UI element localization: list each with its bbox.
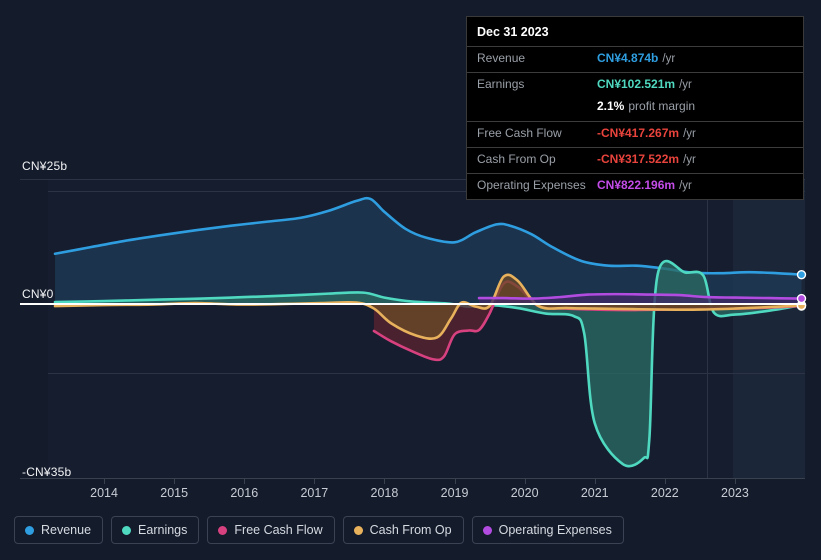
x-axis-tick-label: 2021 bbox=[580, 486, 609, 500]
tooltip-row-label: Earnings bbox=[477, 77, 525, 91]
x-axis-tick bbox=[104, 478, 106, 484]
tooltip-row: Cash From Op -CN¥317.522m/yr bbox=[467, 147, 803, 173]
legend-item-earnings[interactable]: Earnings bbox=[111, 516, 200, 544]
tooltip-row-label: Operating Expenses bbox=[477, 178, 586, 192]
x-axis-tick-label: 2023 bbox=[721, 486, 749, 500]
x-axis-tick bbox=[384, 478, 386, 484]
tooltip-row: Operating Expenses CN¥822.196m/yr bbox=[467, 173, 803, 199]
tooltip-row-unit: /yr bbox=[662, 53, 676, 65]
tooltip-title: Dec 31 2023 bbox=[477, 25, 549, 39]
tooltip-row-label: Free Cash Flow bbox=[477, 126, 562, 140]
series-endpoint-revenue[interactable] bbox=[796, 269, 807, 280]
x-axis-tick bbox=[454, 478, 456, 484]
tooltip-row: Free Cash Flow -CN¥417.267m/yr bbox=[467, 121, 803, 147]
x-axis-tick-label: 2016 bbox=[230, 486, 259, 500]
x-axis-line bbox=[20, 478, 805, 479]
x-axis-tick-label: 2020 bbox=[510, 486, 539, 500]
legend-item-label: Free Cash Flow bbox=[234, 523, 323, 537]
chart-legend[interactable]: Revenue Earnings Free Cash Flow Cash From O… bbox=[14, 516, 624, 544]
legend-item-revenue[interactable]: Revenue bbox=[14, 516, 104, 544]
y-axis-tick-label: CN¥25b bbox=[22, 159, 68, 173]
legend-item-operating-expenses[interactable]: Operating Expenses bbox=[471, 516, 624, 544]
tooltip-row-value: CN¥102.521m bbox=[597, 77, 676, 91]
legend-item-cash-from-op[interactable]: Cash From Op bbox=[342, 516, 464, 544]
legend-color-dot-icon bbox=[25, 525, 34, 535]
tooltip-profit-margin-label: profit margin bbox=[628, 99, 696, 113]
tooltip-row: Revenue CN¥4.874b/yr bbox=[467, 46, 803, 72]
x-axis-tick-label: 2019 bbox=[440, 486, 469, 500]
y-axis-tick-label: -CN¥35b bbox=[22, 465, 72, 479]
tooltip-profit-margin-row: 2.1% profit margin bbox=[467, 98, 803, 121]
tooltip-rows: Revenue CN¥4.874b/yr Earnings CN¥102.521m/y… bbox=[467, 46, 803, 199]
x-axis-tick bbox=[174, 478, 176, 484]
zero-baseline bbox=[20, 302, 805, 305]
x-axis-tick bbox=[594, 478, 596, 484]
tooltip-row-label: Revenue bbox=[477, 51, 526, 65]
x-axis-tick-label: 2014 bbox=[90, 486, 118, 500]
legend-item-label: Operating Expenses bbox=[498, 523, 612, 537]
legend-item-label: Cash From Op bbox=[369, 523, 452, 537]
tooltip-row-value: -CN¥317.522m bbox=[597, 152, 680, 166]
data-tooltip: Dec 31 2023 Revenue CN¥4.874b/yr Earnings C… bbox=[466, 16, 804, 200]
tooltip-row-value: CN¥4.874b bbox=[597, 51, 659, 65]
x-axis-tick-label: 2022 bbox=[650, 486, 679, 500]
x-axis-tick-label: 2015 bbox=[160, 486, 189, 500]
x-axis-tick bbox=[664, 478, 666, 484]
legend-color-dot-icon bbox=[218, 525, 228, 535]
tooltip-row-unit: /yr bbox=[683, 128, 696, 140]
legend-item-label: Revenue bbox=[41, 523, 92, 537]
legend-color-dot-icon bbox=[122, 525, 132, 535]
x-axis-tick bbox=[244, 478, 246, 484]
x-axis-tick bbox=[524, 478, 526, 484]
x-axis-tick-label: 2018 bbox=[370, 486, 399, 500]
legend-item-free-cash-flow[interactable]: Free Cash Flow bbox=[207, 516, 335, 544]
tooltip-profit-margin-value: 2.1% bbox=[597, 99, 625, 113]
y-axis-tick-label: CN¥0 bbox=[22, 286, 54, 301]
legend-color-dot-icon bbox=[482, 525, 492, 535]
legend-item-label: Earnings bbox=[138, 523, 188, 537]
series-endpoint-operating-expenses[interactable] bbox=[796, 293, 807, 304]
x-axis-tick bbox=[734, 478, 736, 484]
tooltip-row-unit: /yr bbox=[679, 79, 692, 91]
legend-color-dot-icon bbox=[353, 525, 363, 535]
tooltip-row-unit: /yr bbox=[679, 180, 692, 192]
x-axis-tick bbox=[314, 478, 316, 484]
tooltip-row-value: CN¥822.196m bbox=[597, 178, 676, 192]
financial-area-chart: CN¥25b CN¥0 -CN¥35b 2014 2015 2016 2017 2018 20… bbox=[0, 0, 821, 560]
tooltip-row-value: -CN¥417.267m bbox=[597, 126, 680, 140]
tooltip-row: Earnings CN¥102.521m/yr bbox=[467, 72, 803, 98]
tooltip-row-unit: /yr bbox=[683, 154, 696, 166]
x-axis-tick-label: 2017 bbox=[300, 486, 329, 500]
tooltip-row-label: Cash From Op bbox=[477, 152, 556, 166]
